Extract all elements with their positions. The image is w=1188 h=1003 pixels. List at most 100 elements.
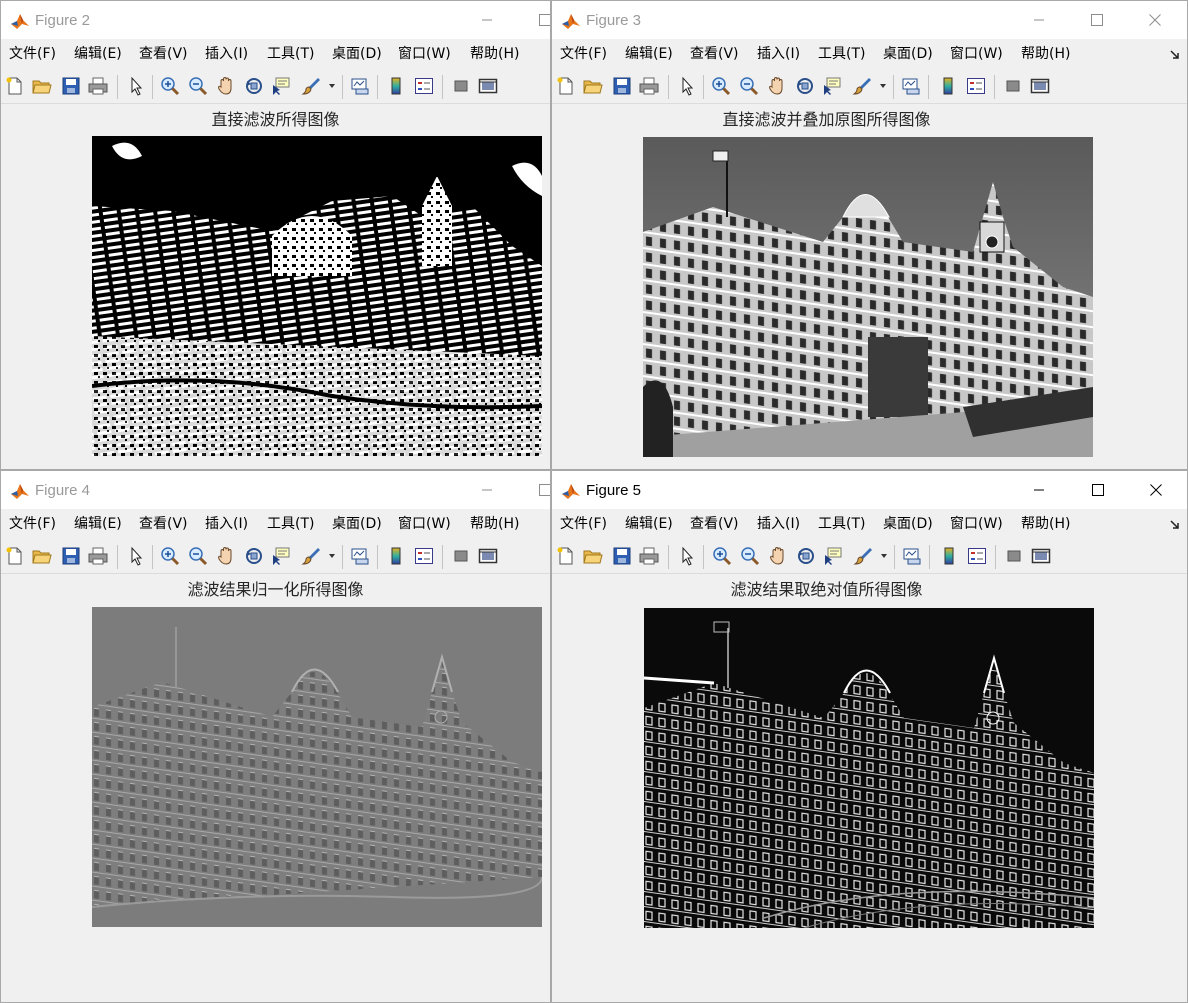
show-plot-tools-button[interactable] [1031, 546, 1051, 566]
pan-button[interactable] [216, 546, 236, 566]
menu-insert[interactable]: 插入(I) [757, 516, 800, 532]
menu-insert[interactable]: 插入(I) [205, 46, 248, 62]
menu-overflow-arrow-icon[interactable] [1169, 49, 1181, 61]
chevron-down-icon[interactable] [880, 83, 886, 89]
rotate-3d-button[interactable] [244, 546, 264, 566]
menu-view[interactable]: 查看(V) [690, 46, 739, 62]
menu-overflow-arrow-icon[interactable] [1169, 519, 1181, 531]
minimize-button[interactable] [464, 4, 510, 36]
pan-button[interactable] [768, 546, 788, 566]
link-plot-button[interactable] [350, 76, 370, 96]
minimize-button[interactable] [464, 474, 510, 506]
title-bar[interactable]: Figure 3 [552, 1, 1187, 39]
data-cursor-button[interactable] [271, 546, 291, 566]
print-button[interactable] [88, 76, 108, 96]
figure-4-window[interactable]: Figure 4 文件(F) 编辑(E) 查看(V) 插入(I) 工具(T) 桌… [0, 470, 551, 1003]
menu-file[interactable]: 文件(F) [560, 516, 607, 532]
menu-file[interactable]: 文件(F) [9, 46, 56, 62]
print-button[interactable] [639, 546, 659, 566]
chevron-down-icon[interactable] [329, 553, 335, 559]
menu-desktop[interactable]: 桌面(D) [883, 46, 933, 62]
menu-insert[interactable]: 插入(I) [757, 46, 800, 62]
menu-window[interactable]: 窗口(W) [398, 46, 451, 62]
rotate-3d-button[interactable] [796, 546, 816, 566]
data-cursor-button[interactable] [822, 76, 842, 96]
new-figure-button[interactable] [556, 76, 576, 96]
title-bar[interactable]: Figure 2 [1, 1, 550, 39]
menu-edit[interactable]: 编辑(E) [625, 516, 673, 532]
hide-plot-tools-button[interactable] [1003, 76, 1023, 96]
hide-plot-tools-button[interactable] [451, 546, 471, 566]
edit-plot-button[interactable] [126, 76, 146, 96]
data-cursor-button[interactable] [271, 76, 291, 96]
menu-edit[interactable]: 编辑(E) [625, 46, 673, 62]
brush-button[interactable] [853, 546, 873, 566]
new-figure-button[interactable] [5, 76, 25, 96]
save-button[interactable] [612, 546, 632, 566]
show-plot-tools-button[interactable] [478, 76, 498, 96]
zoom-in-button[interactable] [160, 76, 180, 96]
chevron-down-icon[interactable] [881, 553, 887, 559]
show-plot-tools-button[interactable] [478, 546, 498, 566]
menu-window[interactable]: 窗口(W) [398, 516, 451, 532]
zoom-out-button[interactable] [740, 546, 760, 566]
menu-file[interactable]: 文件(F) [560, 46, 607, 62]
legend-button[interactable] [966, 76, 986, 96]
menu-desktop[interactable]: 桌面(D) [332, 46, 382, 62]
zoom-in-button[interactable] [712, 546, 732, 566]
legend-button[interactable] [414, 76, 434, 96]
print-button[interactable] [88, 546, 108, 566]
save-button[interactable] [61, 76, 81, 96]
close-button[interactable] [1133, 474, 1179, 506]
new-figure-button[interactable] [556, 546, 576, 566]
data-cursor-button[interactable] [823, 546, 843, 566]
close-button[interactable] [1132, 4, 1178, 36]
menu-tools[interactable]: 工具(T) [267, 516, 314, 532]
new-figure-button[interactable] [5, 546, 25, 566]
zoom-in-button[interactable] [711, 76, 731, 96]
open-file-button[interactable] [583, 76, 603, 96]
zoom-out-button[interactable] [188, 546, 208, 566]
pan-button[interactable] [216, 76, 236, 96]
legend-button[interactable] [414, 546, 434, 566]
edit-plot-button[interactable] [677, 76, 697, 96]
menu-tools[interactable]: 工具(T) [267, 46, 314, 62]
menu-tools[interactable]: 工具(T) [818, 516, 865, 532]
menu-view[interactable]: 查看(V) [139, 516, 188, 532]
open-file-button[interactable] [583, 546, 603, 566]
colorbar-button[interactable] [939, 546, 959, 566]
menu-help[interactable]: 帮助(H) [1021, 516, 1070, 532]
minimize-button[interactable] [1016, 4, 1062, 36]
legend-button[interactable] [967, 546, 987, 566]
hide-plot-tools-button[interactable] [1004, 546, 1024, 566]
figure-5-window[interactable]: Figure 5 文件(F) 编辑(E) 查看(V) 插入(I) 工具(T) 桌… [551, 470, 1188, 1003]
open-file-button[interactable] [32, 546, 52, 566]
menu-desktop[interactable]: 桌面(D) [883, 516, 933, 532]
maximize-button[interactable] [522, 474, 550, 506]
show-plot-tools-button[interactable] [1030, 76, 1050, 96]
pan-button[interactable] [767, 76, 787, 96]
print-button[interactable] [639, 76, 659, 96]
rotate-3d-button[interactable] [244, 76, 264, 96]
menu-window[interactable]: 窗口(W) [950, 516, 1003, 532]
colorbar-button[interactable] [938, 76, 958, 96]
open-file-button[interactable] [32, 76, 52, 96]
brush-button[interactable] [852, 76, 872, 96]
figure-2-window[interactable]: Figure 2 文件(F) 编辑(E) 查看(V) 插入(I) 工具(T) 桌… [0, 0, 551, 470]
menu-view[interactable]: 查看(V) [139, 46, 188, 62]
zoom-in-button[interactable] [160, 546, 180, 566]
zoom-out-button[interactable] [188, 76, 208, 96]
menu-help[interactable]: 帮助(H) [470, 516, 519, 532]
link-plot-button[interactable] [350, 546, 370, 566]
edit-plot-button[interactable] [677, 546, 697, 566]
menu-help[interactable]: 帮助(H) [1021, 46, 1070, 62]
edit-plot-button[interactable] [126, 546, 146, 566]
menu-edit[interactable]: 编辑(E) [74, 46, 122, 62]
menu-file[interactable]: 文件(F) [9, 516, 56, 532]
chevron-down-icon[interactable] [329, 83, 335, 89]
menu-tools[interactable]: 工具(T) [818, 46, 865, 62]
maximize-button[interactable] [1074, 4, 1120, 36]
maximize-button[interactable] [1075, 474, 1121, 506]
colorbar-button[interactable] [386, 76, 406, 96]
title-bar[interactable]: Figure 4 [1, 471, 550, 509]
